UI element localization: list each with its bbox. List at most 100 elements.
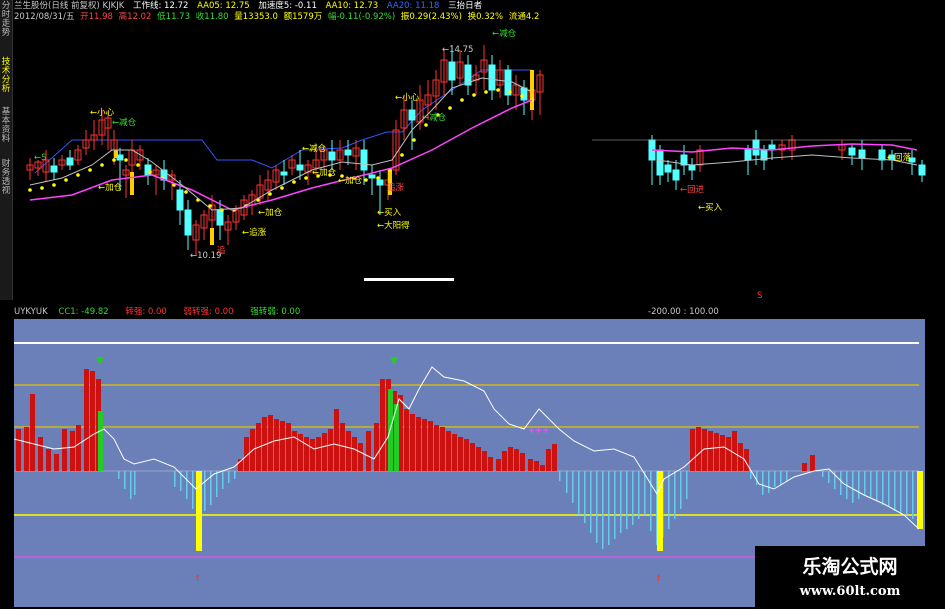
highlight-candle (130, 172, 134, 195)
hist-bar-positive (70, 431, 75, 471)
hist-bar-positive (38, 437, 43, 471)
hist-bar-positive (358, 443, 363, 471)
hist-bar-negative (234, 471, 236, 479)
highlight-candle (530, 70, 534, 110)
hist-bar-negative (608, 471, 610, 545)
annotation: ←减仓 (112, 117, 137, 128)
annotation: ←加仓 (258, 207, 283, 218)
hist-bar-negative (774, 471, 776, 487)
hist-bar-positive (316, 437, 321, 471)
hist-bar-negative (118, 471, 120, 479)
hist-bar-negative (756, 471, 758, 485)
hist-bar-positive (508, 447, 513, 471)
hist-bar-positive (416, 417, 421, 471)
candle-body (344, 149, 352, 156)
hist-bar-negative (822, 471, 824, 477)
ma-dot (40, 186, 44, 190)
hist-bar-negative (906, 471, 908, 515)
candle-body (50, 165, 58, 173)
hist-bar-negative (192, 471, 194, 509)
ma-dot (184, 190, 188, 194)
candle-body (878, 149, 886, 161)
hist-bar-positive (720, 435, 725, 471)
candlestick-chart[interactable]: ←加仓←S←小心←减仓←追涨←加仓←减仓←加仓←加仓←小心←减仓←买入←大阳得追… (12, 0, 945, 306)
hist-bar-positive (404, 409, 409, 471)
ma-dot (508, 90, 512, 94)
ma-mid-line-right (656, 154, 918, 166)
hist-bar-negative (626, 471, 628, 529)
hist-bar-positive (732, 431, 737, 471)
hist-bar-negative (186, 471, 188, 499)
watermark-url: www.60lt.com (799, 584, 901, 599)
hist-bar-positive (690, 429, 695, 471)
hist-bar-positive (488, 457, 493, 471)
upper-band-line (34, 69, 532, 174)
price-high-label: ←14.75 (442, 45, 473, 55)
candle-body (66, 157, 74, 166)
indicator-cc1: CC1: -49.82 (58, 307, 109, 317)
candle-body (216, 209, 224, 226)
hist-bar-negative (620, 471, 622, 533)
annotation: ←加仓 (338, 175, 363, 186)
hist-bar-negative (870, 471, 872, 497)
hist-bar-positive (24, 427, 29, 471)
ma-dot (64, 178, 68, 182)
hist-bar-negative (572, 471, 574, 503)
indicator-up: 转强: 0.00 (125, 307, 167, 317)
hist-bar-positive (54, 454, 59, 471)
ma-dot (400, 153, 404, 157)
hist-bar-negative (650, 471, 652, 531)
hist-bar-positive (328, 429, 333, 471)
hist-bar-positive (452, 434, 457, 471)
tab-intraday[interactable]: 分时走势 (0, 2, 12, 38)
hist-bar-negative (882, 471, 884, 505)
hist-bar-positive (428, 421, 433, 471)
annotation: ←追涨 (242, 227, 267, 238)
hist-bar-positive (546, 449, 551, 471)
ma-dot (88, 168, 92, 172)
candle-body (656, 149, 664, 176)
candle-body (184, 209, 192, 236)
hist-bar-positive (374, 423, 379, 471)
tab-financial[interactable]: 财务透视 (0, 160, 12, 196)
hist-bar-positive (352, 437, 357, 471)
ma-dot (76, 173, 80, 177)
candle-body (296, 164, 304, 171)
candle-body (744, 149, 752, 161)
hist-bar-positive (528, 459, 533, 471)
hist-bar-negative (578, 471, 580, 515)
hist-bar-positive (534, 461, 539, 471)
hist-bar-negative (566, 471, 568, 493)
hist-bar-positive (514, 449, 519, 471)
hist-bar-positive (502, 451, 507, 471)
hist-bar-negative (174, 471, 176, 487)
ma-dot (52, 183, 56, 187)
annotation: ←小心 (395, 92, 420, 103)
tab-basic-info[interactable]: 基本资料 (0, 108, 12, 144)
hist-bar-negative (762, 471, 764, 495)
watermark: 乐淘公式网 www.60lt.com (755, 546, 945, 609)
hist-bar-positive (496, 459, 501, 471)
candle-body (280, 171, 288, 176)
annotation: ←S (34, 153, 47, 163)
hist-bar-positive (274, 419, 279, 471)
hist-bar-positive (304, 437, 309, 471)
hist-bar-positive (470, 443, 475, 471)
ma-dot (280, 186, 284, 190)
annotation: ←回落 (887, 152, 912, 163)
candle-body (858, 149, 866, 159)
ma-dot (124, 158, 128, 162)
hist-bar-positive (310, 439, 315, 471)
candle-body (752, 139, 760, 156)
annotation: ←回进 (680, 185, 705, 195)
sell-marker-text: ↑ (655, 574, 662, 584)
tab-technical[interactable]: 技术分析 (0, 58, 12, 94)
hist-bar-negative (858, 471, 860, 499)
annotation: 追涨 (387, 182, 405, 193)
hist-bar-negative (786, 471, 788, 481)
ma-dot (28, 188, 32, 192)
hist-bar-negative (602, 471, 604, 549)
hist-bar-negative (632, 471, 634, 525)
ma-dot (376, 176, 380, 180)
hist-bar-positive (322, 433, 327, 471)
